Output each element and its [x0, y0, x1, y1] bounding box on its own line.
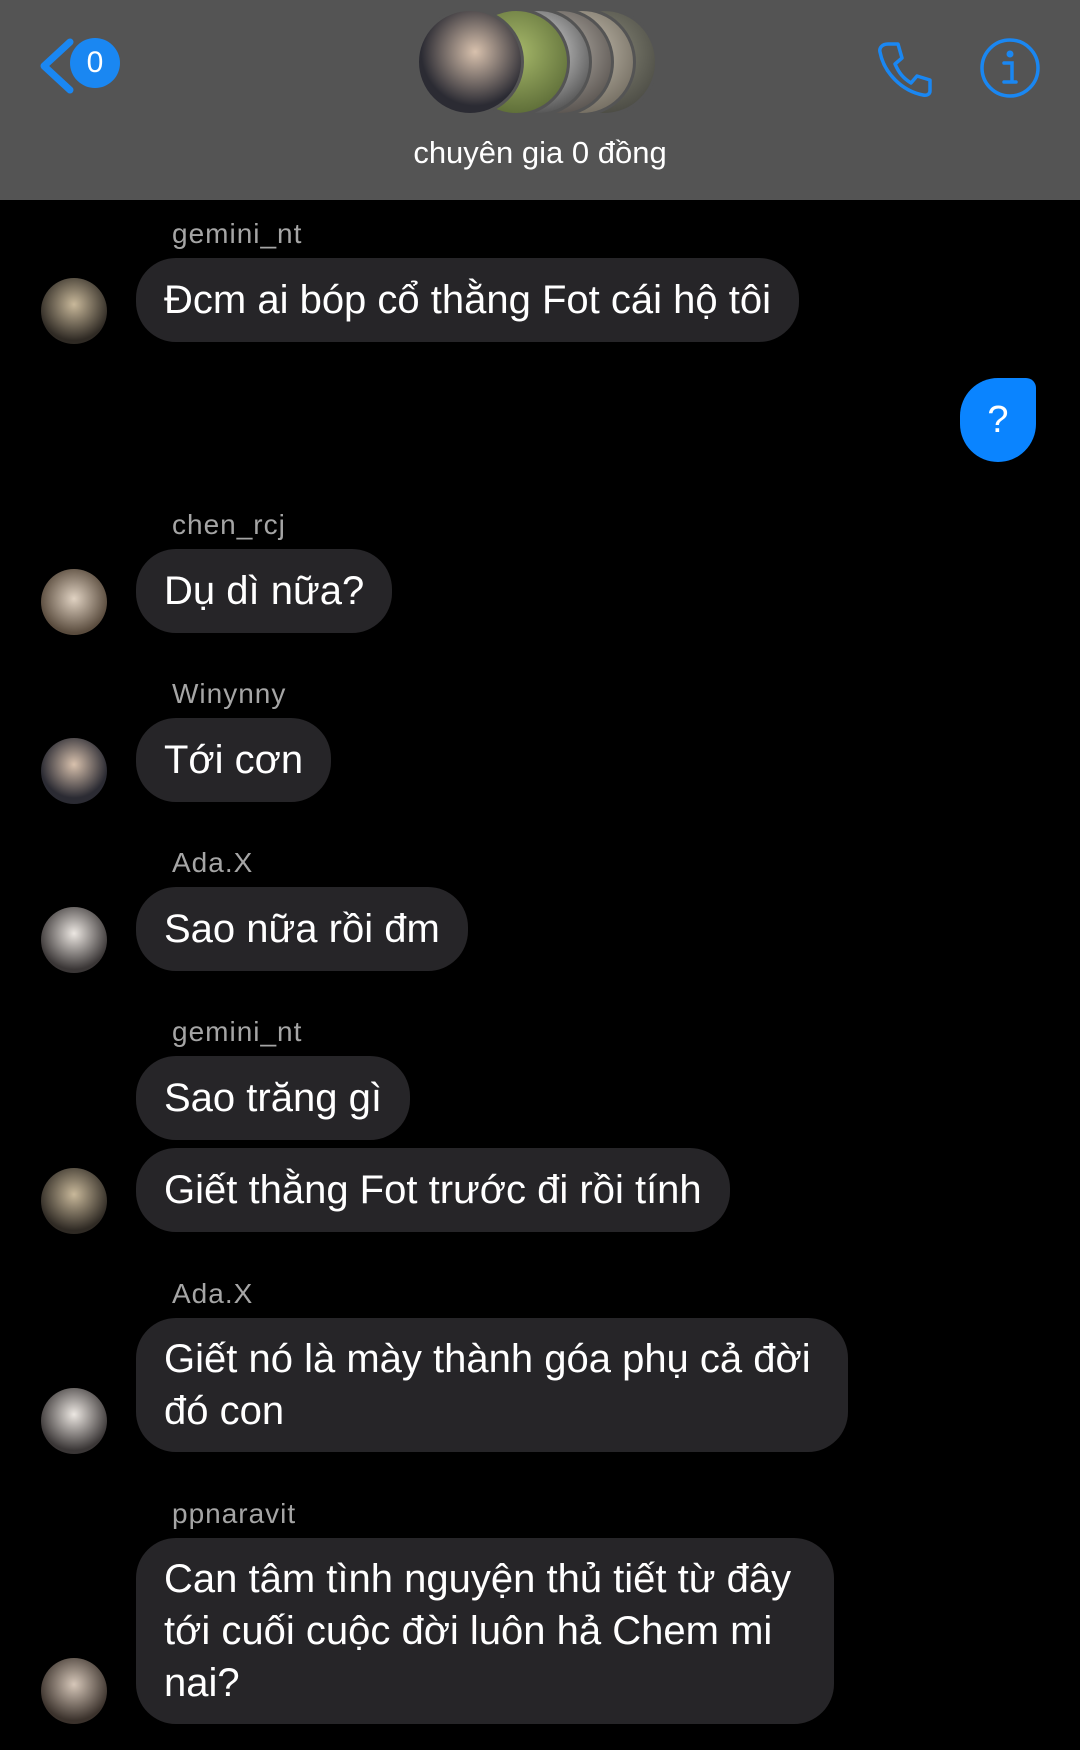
sender-name: Ada.X	[172, 1278, 254, 1309]
message-bubble[interactable]: Giết nó là mày thành góa phụ cả đời đó c…	[136, 1318, 848, 1452]
chat-header: 0 chuyên gia 0 đồng	[0, 0, 1080, 200]
message-bubble[interactable]: Đcm ai bóp cổ thằng Fot cái hộ tôi	[136, 258, 799, 342]
unread-count-badge: 0	[70, 38, 120, 88]
message-bubble[interactable]: Sao nữa rồi đm	[136, 887, 468, 971]
group-member-avatar	[416, 8, 524, 116]
phone-icon	[878, 42, 932, 97]
avatar[interactable]	[41, 738, 107, 804]
message-bubble[interactable]: Sao trăng gì	[136, 1056, 410, 1140]
group-name[interactable]: chuyên gia 0 đồng	[0, 135, 1080, 171]
back-button[interactable]: 0	[36, 34, 122, 98]
avatar[interactable]	[41, 569, 107, 635]
sent-message-bubble[interactable]: ?	[960, 378, 1036, 462]
avatar[interactable]	[41, 1388, 107, 1454]
message-bubble[interactable]: Giết thằng Fot trước đi rồi tính	[136, 1148, 730, 1232]
sender-name: gemini_nt	[172, 1016, 303, 1047]
avatar[interactable]	[41, 278, 107, 344]
avatar[interactable]	[41, 1658, 107, 1724]
sender-name: gemini_nt	[172, 218, 303, 249]
message-bubble[interactable]: Dụ dì nữa?	[136, 549, 393, 633]
sender-name: ppnaravit	[172, 1498, 297, 1529]
sender-name: Ada.X	[172, 847, 254, 878]
sender-name: chen_rcj	[172, 509, 286, 540]
call-button[interactable]	[874, 38, 936, 100]
info-icon	[980, 38, 1040, 98]
info-button[interactable]	[978, 36, 1042, 100]
message-bubble[interactable]: Can tâm tình nguyện thủ tiết từ đây tới …	[136, 1538, 834, 1724]
group-avatar-stack[interactable]	[416, 8, 660, 118]
avatar[interactable]	[41, 907, 107, 973]
sender-name: Winynny	[172, 678, 287, 709]
avatar[interactable]	[41, 1168, 107, 1234]
message-bubble[interactable]: Tới cơn	[136, 718, 332, 802]
